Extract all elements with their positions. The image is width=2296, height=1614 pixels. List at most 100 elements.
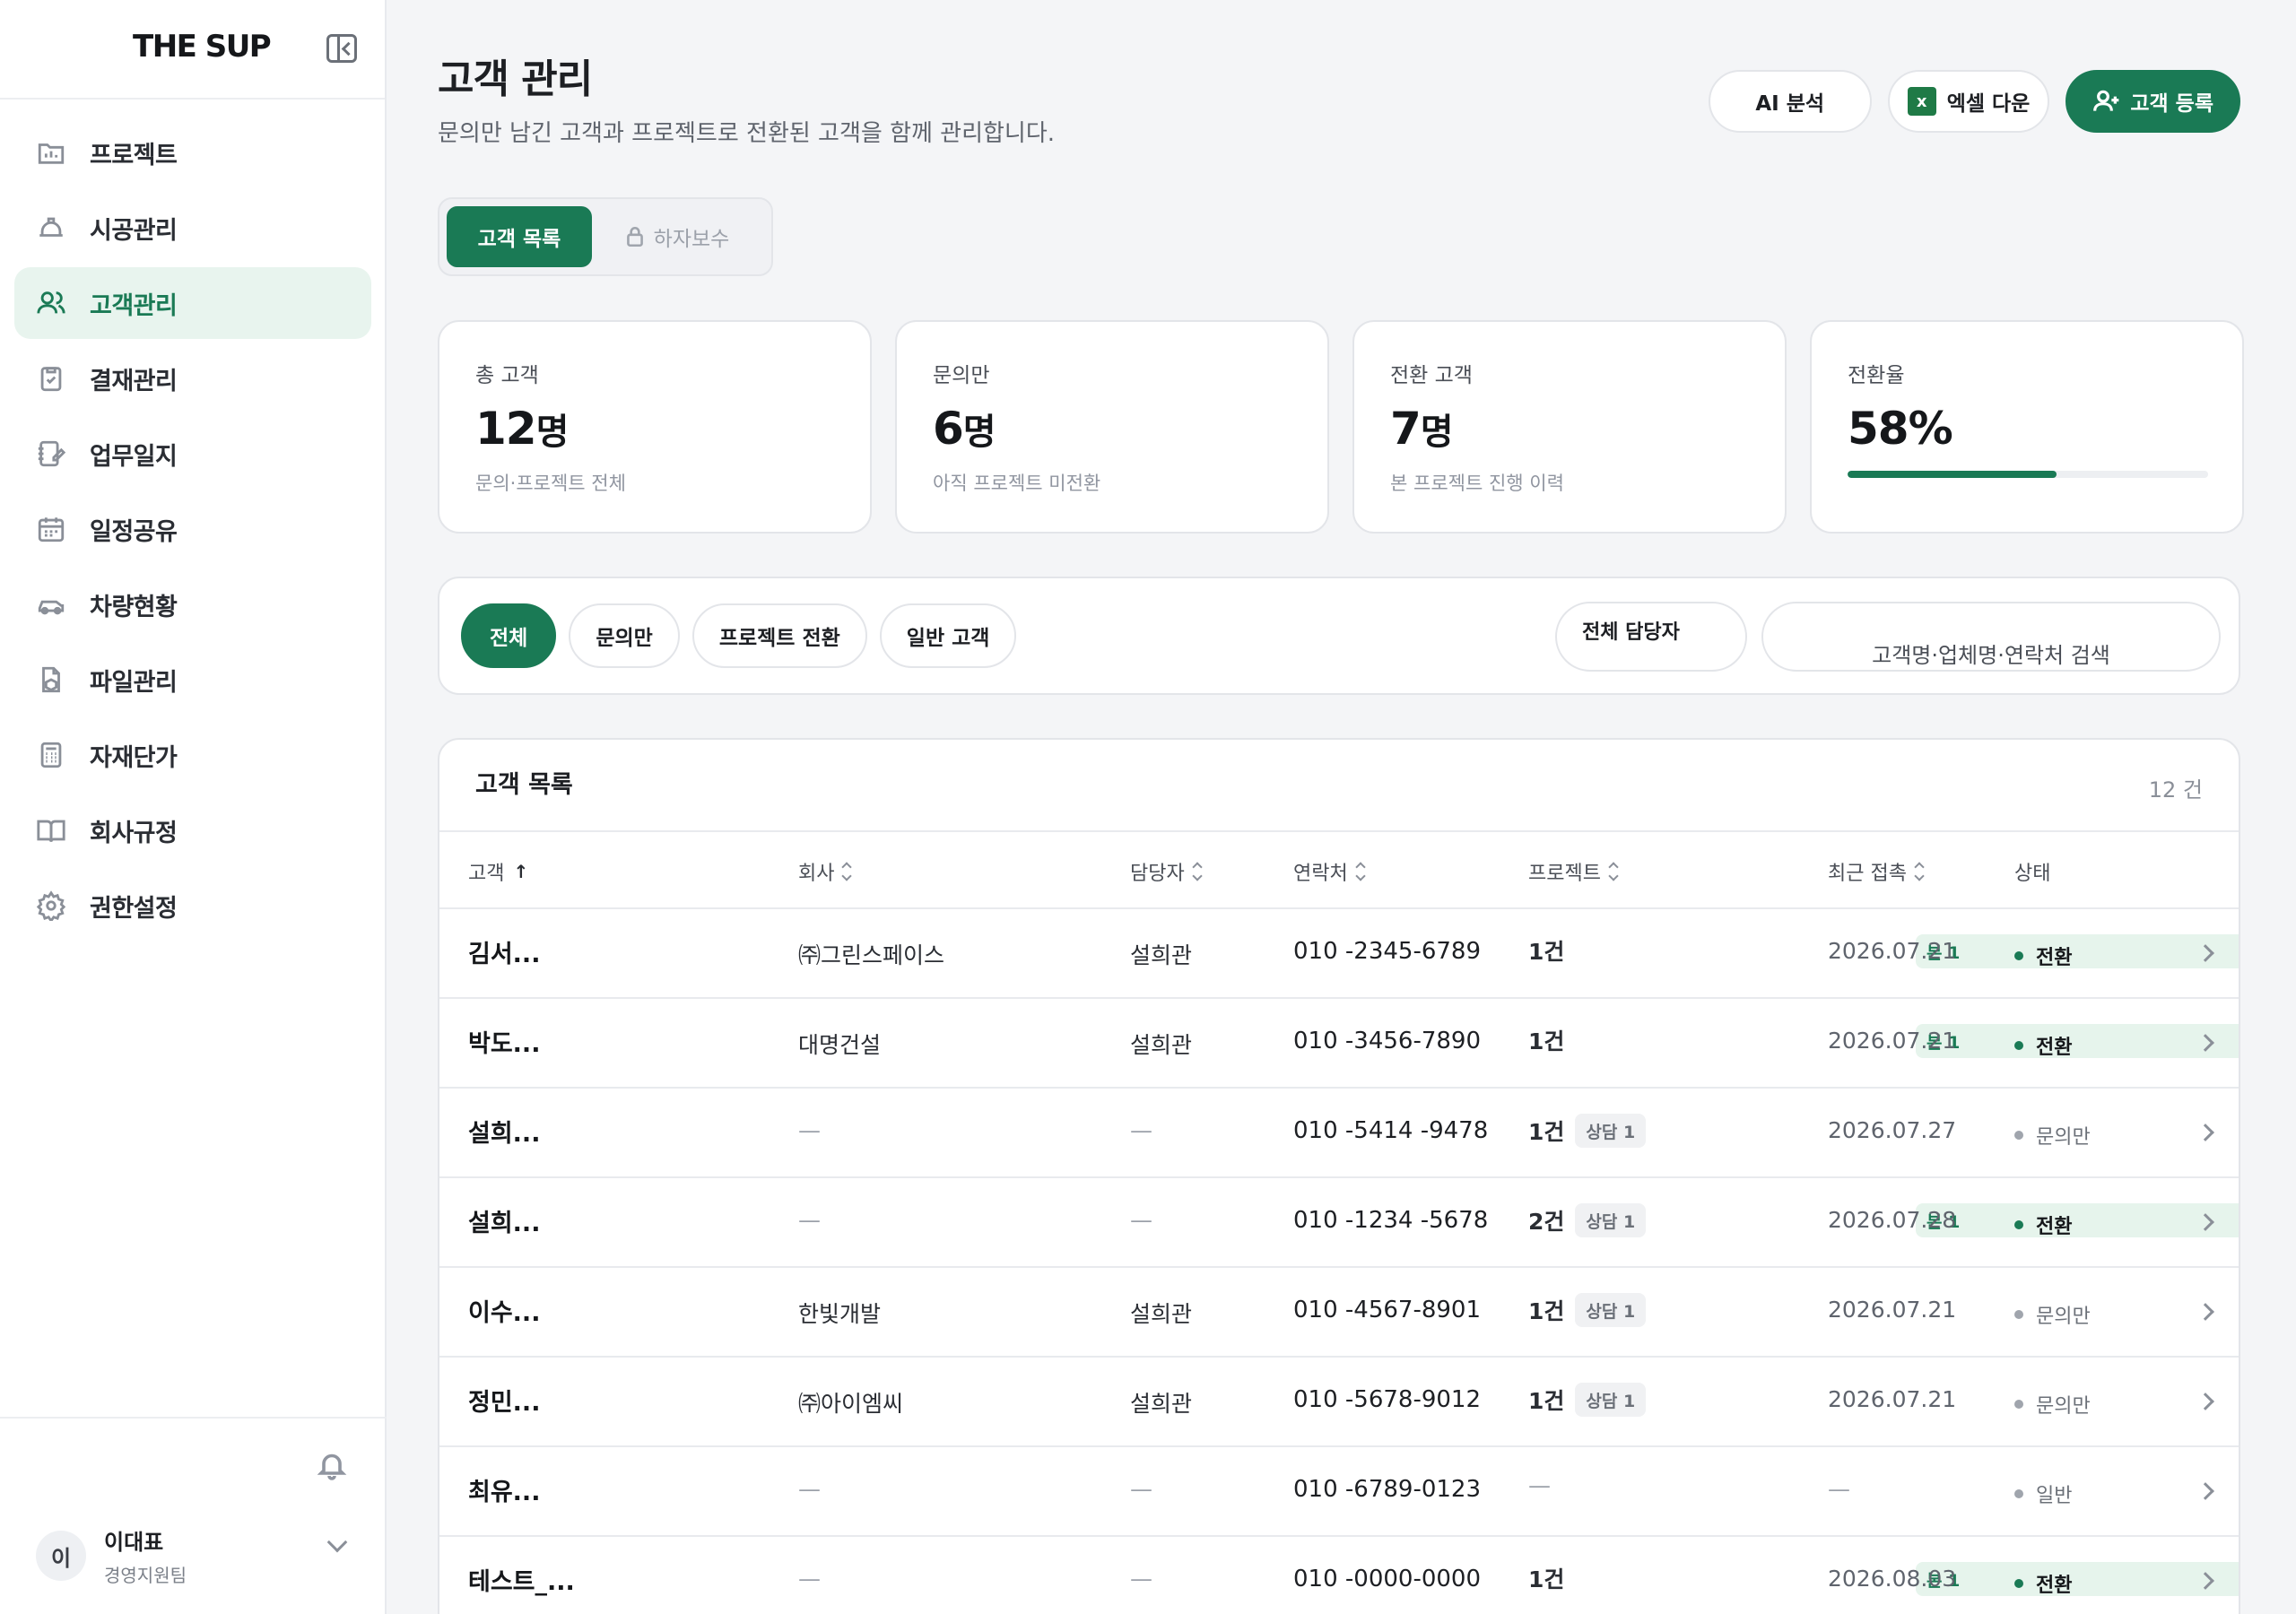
status-badge: 전환 xyxy=(2014,941,2072,970)
sidebar-item-label: 프로젝트 xyxy=(90,141,178,169)
sidebar-item-6[interactable]: 차량현황 xyxy=(14,568,371,640)
column-header[interactable]: 연락처 xyxy=(1293,857,1366,886)
manager-name: 설희관 xyxy=(1130,1301,1193,1327)
user-name: 이대표 xyxy=(104,1530,164,1555)
sidebar-item-1[interactable]: 시공관리 xyxy=(14,192,371,264)
manager-name: — xyxy=(1130,1117,1152,1143)
company-name: — xyxy=(798,1207,821,1233)
filter-chip[interactable]: 프로젝트 전환 xyxy=(691,603,867,668)
sidebar-item-7[interactable]: 파일관리 xyxy=(14,644,371,716)
status-badge: 일반 xyxy=(2014,1480,2072,1508)
sidebar-collapse-icon[interactable] xyxy=(326,34,357,63)
column-header[interactable]: 고객 ↑ xyxy=(468,857,528,886)
project-badge: 본 1 xyxy=(1916,1203,2239,1237)
phone-number: 010 -4567-8901 xyxy=(1293,1297,1481,1323)
phone-number: 010 -0000-0000 xyxy=(1293,1566,1481,1592)
filter-chip[interactable]: 전체 xyxy=(461,603,557,668)
tab-warranty[interactable]: 하자보수 xyxy=(592,206,762,267)
user-profile[interactable]: 이 이대표 경영지원팀 xyxy=(36,1524,187,1587)
filter-chip[interactable]: 문의만 xyxy=(569,603,680,668)
bell-icon[interactable] xyxy=(316,1447,348,1483)
sidebar-item-4[interactable]: 업무일지 xyxy=(14,418,371,490)
column-header[interactable]: 최근 접촉 xyxy=(1828,857,1925,886)
table-row[interactable]: 정민... ㈜아이엠씨 설희관 010 -5678-9012 1건 상담 1 2026.07… xyxy=(439,1358,2239,1447)
sidebar-item-10[interactable]: 권한설정 xyxy=(14,870,371,941)
sidebar: THE SUP 프로젝트시공관리 고객관리 결재관리 업무일지 일정공유 차량현황파일관리… xyxy=(0,0,387,1614)
sidebar-item-2[interactable]: 고객관리 xyxy=(14,267,371,339)
stat-number: 12 xyxy=(475,403,537,455)
filter-chip[interactable]: 일반 고객 xyxy=(879,603,1017,668)
table-row[interactable]: 설희... — — 010 -1234 -5678 2건 상담 1 본 1 2026.07.2… xyxy=(439,1178,2239,1268)
table-row[interactable]: 최유... — — 010 -6789-0123 — — 일반 xyxy=(439,1447,2239,1537)
progress-fill xyxy=(1848,471,2057,478)
brand-header: THE SUP xyxy=(0,0,385,100)
gear-icon xyxy=(36,890,66,921)
stat-label: 전환 고객 xyxy=(1390,364,1473,387)
project-badge: 상담 1 xyxy=(1575,1203,1647,1237)
sidebar-item-9[interactable]: 회사규정 xyxy=(14,794,371,866)
chevron-right-icon[interactable] xyxy=(2196,1482,2214,1500)
column-header[interactable]: 담당자 xyxy=(1130,857,1203,886)
stats-row: 총 고객 12명 문의·프로젝트 전체 문의만 6명 아직 프로젝트 미전환 전환 고객 7명… xyxy=(438,320,2244,534)
project-badge: 본 1 xyxy=(1916,1024,2239,1058)
stat-value: 6명 xyxy=(933,403,996,455)
column-header[interactable]: 프로젝트 xyxy=(1528,857,1619,886)
brand-logo[interactable]: THE SUP xyxy=(133,29,272,65)
last-contact-date: — xyxy=(1828,1476,1850,1502)
stat-label: 문의만 xyxy=(933,364,990,387)
status-text: 문의만 xyxy=(2036,1395,2091,1418)
stat-value: 12명 xyxy=(475,403,570,455)
status-dot xyxy=(2014,1041,2023,1050)
column-header[interactable]: 회사 xyxy=(798,857,853,886)
sort-icon xyxy=(1355,862,1366,881)
tab-customer-list[interactable]: 고객 목록 xyxy=(447,206,592,267)
project-badge: 상담 1 xyxy=(1575,1114,1647,1148)
phone-number: 010 -2345-6789 xyxy=(1293,938,1481,965)
status-dot xyxy=(2014,1400,2023,1409)
column-label: 회사 xyxy=(798,863,835,885)
search-input[interactable]: 고객명·업체명·연락처 검색 xyxy=(1761,602,2221,672)
conversion-progress-bar xyxy=(1848,471,2208,478)
chevron-right-icon[interactable] xyxy=(2196,1303,2214,1321)
table-row[interactable]: 설희... — — 010 -5414 -9478 1건 상담 1 2026.07.27 문의… xyxy=(439,1089,2239,1178)
stat-unit: 명 xyxy=(962,412,996,453)
last-contact-date: 2026.07.21 xyxy=(1828,1297,1957,1323)
sidebar-item-0[interactable]: 프로젝트 xyxy=(14,117,371,188)
stat-unit: 명 xyxy=(535,412,570,453)
project-count-text: 1건 xyxy=(1528,1119,1565,1145)
sidebar-item-5[interactable]: 일정공유 xyxy=(14,493,371,565)
excel-download-button[interactable]: x 엑셀 다운 xyxy=(1887,70,2050,133)
chevron-right-icon[interactable] xyxy=(2196,1393,2214,1410)
sidebar-item-3[interactable]: 결재관리 xyxy=(14,343,371,414)
table-row[interactable]: 이수... 한빛개발 설희관 010 -4567-8901 1건 상담 1 2026.07.… xyxy=(439,1268,2239,1358)
chevron-down-icon[interactable] xyxy=(326,1532,348,1553)
status-text: 문의만 xyxy=(2036,1306,2091,1328)
manager-name: — xyxy=(1130,1566,1152,1592)
sort-icon xyxy=(1914,862,1925,881)
manager-name: — xyxy=(1130,1207,1152,1233)
add-customer-button[interactable]: 고객 등록 xyxy=(2066,70,2240,133)
manager-name: 설희관 xyxy=(1130,1032,1193,1058)
sidebar-item-label: 파일관리 xyxy=(90,668,178,697)
project-count-text: 1건 xyxy=(1528,1298,1565,1324)
stat-number: 58% xyxy=(1848,403,1953,455)
users-icon xyxy=(36,288,66,318)
project-count: 1건 상담 1 xyxy=(1528,1383,1647,1417)
table-row[interactable]: 박도... 대명건설 설희관 010 -3456-7890 1건 본 1 2026.07.2… xyxy=(439,999,2239,1089)
table-row[interactable]: 김서... ㈜그린스페이스 설희관 010 -2345-6789 1건 본 1 2026.0… xyxy=(439,909,2239,999)
company-name: — xyxy=(798,1566,821,1592)
ai-analysis-button[interactable]: AI 분석 xyxy=(1708,70,1872,133)
stat-card: 전환율 58% xyxy=(1810,320,2244,534)
page-subtitle: 문의만 남긴 고객과 프로젝트로 전환된 고객을 함께 관리합니다. xyxy=(438,120,1056,147)
table-row[interactable]: 테스트_... — — 010 -0000-0000 1건 본 1 2026.08.03 전환 xyxy=(439,1537,2239,1614)
book-open-icon xyxy=(36,815,66,846)
manager-select[interactable]: 전체 담당자 xyxy=(1555,602,1747,672)
status-badge: 전환 xyxy=(2014,1569,2072,1598)
project-count: 1건 상담 1 xyxy=(1528,1293,1647,1327)
phone-number: 010 -5414 -9478 xyxy=(1293,1117,1489,1144)
sort-asc-icon: ↑ xyxy=(513,861,529,882)
chevron-right-icon[interactable] xyxy=(2196,1124,2214,1141)
customer-name: 정민... xyxy=(468,1389,541,1417)
project-count-text: 1건 xyxy=(1528,1388,1565,1414)
sidebar-item-8[interactable]: 자재단가 xyxy=(14,719,371,791)
